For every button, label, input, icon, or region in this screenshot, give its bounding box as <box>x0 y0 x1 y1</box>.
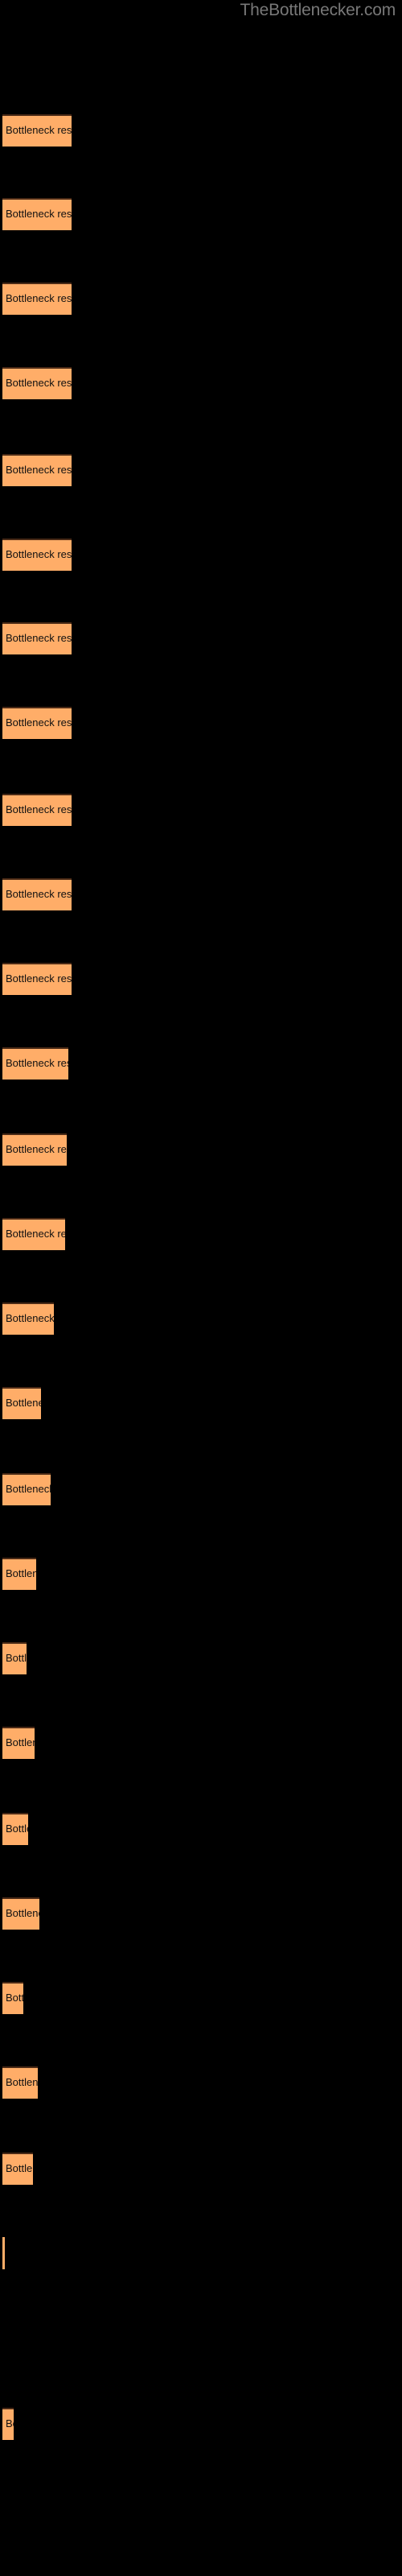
bar-row[interactable]: Bottleneck result <box>2 198 72 231</box>
bar-rect <box>2 1641 27 1674</box>
bar-rect <box>2 2066 38 2099</box>
bar-row[interactable]: Bottleneck result <box>2 622 72 655</box>
bar-row[interactable]: Bottleneck result <box>2 538 72 571</box>
bar-rect <box>2 1386 41 1419</box>
bar-row[interactable]: Bottleneck result <box>2 283 72 316</box>
bar-rect <box>2 877 72 910</box>
bar-row[interactable]: Bottleneck result <box>2 1641 27 1674</box>
bar-row[interactable]: Bottleneck result <box>2 114 72 147</box>
bar-rect <box>2 2237 5 2270</box>
bar-rect <box>2 1133 67 1166</box>
bar-row[interactable]: Bottleneck result <box>2 1217 65 1250</box>
bar-rect <box>2 1473 51 1505</box>
bar-rect <box>2 453 72 486</box>
bar-row[interactable]: Bottleneck result <box>2 707 72 740</box>
bar-rect <box>2 1897 39 1930</box>
bar-rect <box>2 1302 54 1335</box>
bar-rect <box>2 198 72 231</box>
bar-row[interactable]: Bottleneck result <box>2 1897 39 1930</box>
bar-row[interactable]: Bottleneck result <box>2 1046 68 1080</box>
bar-row[interactable]: Bottleneck result <box>2 1473 51 1505</box>
bar-rect <box>2 1726 35 1759</box>
bar-row[interactable]: Bottleneck result <box>2 1557 36 1590</box>
bar-series: Bottleneck result Bottleneck result Bottle… <box>0 0 402 2576</box>
bar-rect <box>2 1557 36 1590</box>
bar-row[interactable]: Bottleneck result <box>2 793 72 826</box>
bar-rect <box>2 2153 33 2186</box>
bar-rect <box>2 793 72 826</box>
bar-row[interactable]: Bottleneck result <box>2 2066 38 2099</box>
bar-row[interactable]: Bottleneck result <box>2 962 72 995</box>
bar-row[interactable]: Bottleneck result <box>2 1981 23 2014</box>
bar-row[interactable]: Bottleneck result <box>2 1813 28 1846</box>
bar-rect <box>2 1046 68 1080</box>
bar-rect <box>2 1981 23 2014</box>
bar-row[interactable]: Bottleneck result <box>2 2153 33 2186</box>
bar-rect <box>2 114 72 147</box>
bar-rect <box>2 2408 14 2441</box>
bar-rect <box>2 1813 28 1846</box>
bar-rect <box>2 1217 65 1250</box>
bottleneck-chart: TheBottlenecker.com Bottleneck resultBot… <box>0 0 402 2576</box>
bar-rect <box>2 707 72 740</box>
bar-row[interactable]: Bottleneck result <box>2 1133 67 1166</box>
bar-rect <box>2 283 72 316</box>
bar-rect <box>2 962 72 995</box>
bar-row[interactable]: Bottleneck result <box>2 1302 54 1335</box>
bar-row[interactable]: Bottleneck result <box>2 877 72 910</box>
bar-row[interactable]: Bottleneck result <box>2 1386 41 1419</box>
bar-rect <box>2 538 72 571</box>
bar-rect <box>2 367 72 400</box>
bar-row[interactable]: Bottleneck result <box>2 453 72 486</box>
bar-row[interactable]: Bottleneck result <box>2 2237 5 2270</box>
bar-row[interactable]: Bottleneck result <box>2 367 72 400</box>
bar-rect <box>2 622 72 655</box>
bar-row[interactable]: Bottleneck result <box>2 1726 35 1759</box>
bar-row[interactable]: Bottleneck result <box>2 2408 14 2441</box>
